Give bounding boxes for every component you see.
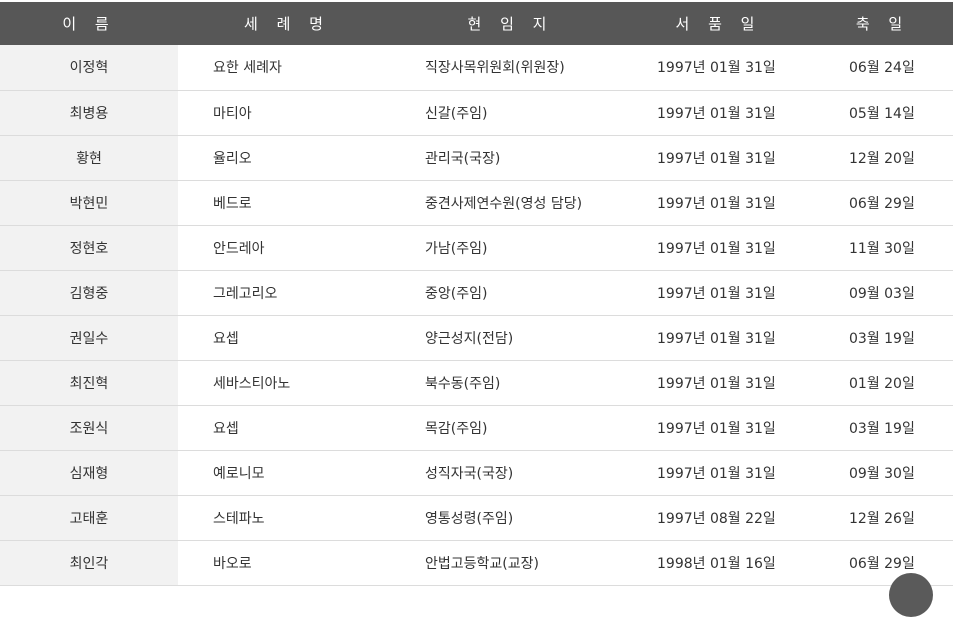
table-row: 최병용 마티아 신갈(주임) 1997년 01월 31일 05월 14일 bbox=[0, 90, 953, 135]
cell-feast-day: 09월 30일 bbox=[849, 465, 915, 482]
header-position: 현 임 지 bbox=[467, 15, 554, 33]
table-body: 이정혁 요한 세례자 직장사목위원회(위원장) 1997년 01월 31일 06월 24… bbox=[0, 45, 953, 585]
cell-baptismal-name: 예로니모 bbox=[213, 465, 265, 482]
cell-feast-day: 06월 29일 bbox=[849, 195, 915, 212]
cell-baptismal-name: 그레고리오 bbox=[213, 285, 278, 302]
cell-feast-day: 01월 20일 bbox=[849, 375, 915, 392]
cell-position: 직장사목위원회(위원장) bbox=[425, 60, 565, 77]
roster-container: 이 름 세 례 명 현 임 지 서 품 일 축 일 이정혁 요한 세례자 직장사목위… bbox=[0, 2, 953, 586]
scroll-to-top-button[interactable] bbox=[889, 573, 933, 617]
cell-position: 관리국(국장) bbox=[425, 150, 501, 167]
table-row: 황현 율리오 관리국(국장) 1997년 01월 31일 12월 20일 bbox=[0, 135, 953, 180]
header-ordination-date: 서 품 일 bbox=[675, 15, 762, 33]
cell-name: 고태훈 bbox=[0, 495, 178, 540]
cell-position: 영통성령(주임) bbox=[425, 510, 514, 527]
table-header: 이 름 세 례 명 현 임 지 서 품 일 축 일 bbox=[0, 2, 953, 45]
header-baptismal-name: 세 례 명 bbox=[244, 15, 330, 33]
cell-position: 중앙(주임) bbox=[425, 285, 488, 302]
table-row: 조원식 요셉 목감(주임) 1997년 01월 31일 03월 19일 bbox=[0, 405, 953, 450]
cell-ordination-date: 1997년 01월 31일 bbox=[657, 195, 776, 212]
table-row: 고태훈 스테파노 영통성령(주임) 1997년 08월 22일 12월 26일 bbox=[0, 495, 953, 540]
cell-name: 심재형 bbox=[0, 450, 178, 495]
cell-position: 양근성지(전담) bbox=[425, 330, 514, 347]
header-name: 이 름 bbox=[62, 15, 116, 33]
cell-baptismal-name: 세바스티아노 bbox=[213, 375, 291, 392]
cell-position: 목감(주임) bbox=[425, 420, 488, 437]
cell-name: 박현민 bbox=[0, 180, 178, 225]
cell-feast-day: 03월 19일 bbox=[849, 330, 915, 347]
cell-ordination-date: 1997년 01월 31일 bbox=[657, 285, 776, 302]
header-row: 이 름 세 례 명 현 임 지 서 품 일 축 일 bbox=[0, 2, 953, 45]
cell-baptismal-name: 안드레아 bbox=[213, 240, 265, 257]
cell-ordination-date: 1997년 01월 31일 bbox=[657, 150, 776, 167]
cell-name: 최인각 bbox=[0, 540, 178, 585]
cell-ordination-date: 1997년 01월 31일 bbox=[657, 465, 776, 482]
cell-baptismal-name: 스테파노 bbox=[213, 510, 265, 527]
cell-position: 신갈(주임) bbox=[425, 105, 488, 122]
cell-position: 중견사제연수원(영성 담당) bbox=[425, 195, 583, 212]
cell-ordination-date: 1997년 01월 31일 bbox=[657, 375, 776, 392]
table-row: 심재형 예로니모 성직자국(국장) 1997년 01월 31일 09월 30일 bbox=[0, 450, 953, 495]
cell-position: 안법고등학교(교장) bbox=[425, 555, 539, 572]
clergy-roster-table: 이 름 세 례 명 현 임 지 서 품 일 축 일 이정혁 요한 세례자 직장사목위… bbox=[0, 2, 953, 586]
cell-position: 북수동(주임) bbox=[425, 375, 501, 392]
table-row: 정현호 안드레아 가남(주임) 1997년 01월 31일 11월 30일 bbox=[0, 225, 953, 270]
cell-name: 황현 bbox=[0, 135, 178, 180]
table-row: 박현민 베드로 중견사제연수원(영성 담당) 1997년 01월 31일 06월 29일 bbox=[0, 180, 953, 225]
header-feast-day: 축 일 bbox=[855, 15, 910, 33]
cell-feast-day: 12월 20일 bbox=[849, 150, 915, 167]
cell-ordination-date: 1997년 01월 31일 bbox=[657, 60, 776, 77]
cell-baptismal-name: 요셉 bbox=[213, 420, 239, 437]
cell-position: 가남(주임) bbox=[425, 240, 488, 257]
cell-name: 이정혁 bbox=[0, 45, 178, 90]
cell-name: 최병용 bbox=[0, 90, 178, 135]
table-row: 권일수 요셉 양근성지(전담) 1997년 01월 31일 03월 19일 bbox=[0, 315, 953, 360]
cell-ordination-date: 1997년 08월 22일 bbox=[657, 510, 776, 527]
cell-name: 최진혁 bbox=[0, 360, 178, 405]
table-row: 최진혁 세바스티아노 북수동(주임) 1997년 01월 31일 01월 20일 bbox=[0, 360, 953, 405]
cell-baptismal-name: 베드로 bbox=[213, 195, 252, 212]
cell-ordination-date: 1998년 01월 16일 bbox=[657, 555, 776, 572]
table-row: 김형중 그레고리오 중앙(주임) 1997년 01월 31일 09월 03일 bbox=[0, 270, 953, 315]
cell-baptismal-name: 바오로 bbox=[213, 555, 252, 572]
cell-feast-day: 11월 30일 bbox=[849, 240, 915, 257]
cell-ordination-date: 1997년 01월 31일 bbox=[657, 330, 776, 347]
table-row: 최인각 바오로 안법고등학교(교장) 1998년 01월 16일 06월 29일 bbox=[0, 540, 953, 585]
cell-baptismal-name: 율리오 bbox=[213, 150, 252, 167]
cell-name: 정현호 bbox=[0, 225, 178, 270]
cell-feast-day: 05월 14일 bbox=[849, 105, 915, 122]
cell-feast-day: 09월 03일 bbox=[849, 285, 915, 302]
table-row: 이정혁 요한 세례자 직장사목위원회(위원장) 1997년 01월 31일 06월 24… bbox=[0, 45, 953, 90]
cell-name: 권일수 bbox=[0, 315, 178, 360]
cell-feast-day: 06월 24일 bbox=[849, 60, 915, 77]
cell-name: 김형중 bbox=[0, 270, 178, 315]
cell-ordination-date: 1997년 01월 31일 bbox=[657, 420, 776, 437]
cell-feast-day: 12월 26일 bbox=[849, 510, 915, 527]
cell-baptismal-name: 요한 세례자 bbox=[213, 60, 282, 77]
cell-position: 성직자국(국장) bbox=[425, 465, 514, 482]
cell-baptismal-name: 마티아 bbox=[213, 105, 252, 122]
cell-feast-day: 03월 19일 bbox=[849, 420, 915, 437]
cell-ordination-date: 1997년 01월 31일 bbox=[657, 240, 776, 257]
cell-name: 조원식 bbox=[0, 405, 178, 450]
cell-ordination-date: 1997년 01월 31일 bbox=[657, 105, 776, 122]
cell-feast-day: 06월 29일 bbox=[849, 555, 915, 572]
cell-baptismal-name: 요셉 bbox=[213, 330, 239, 347]
